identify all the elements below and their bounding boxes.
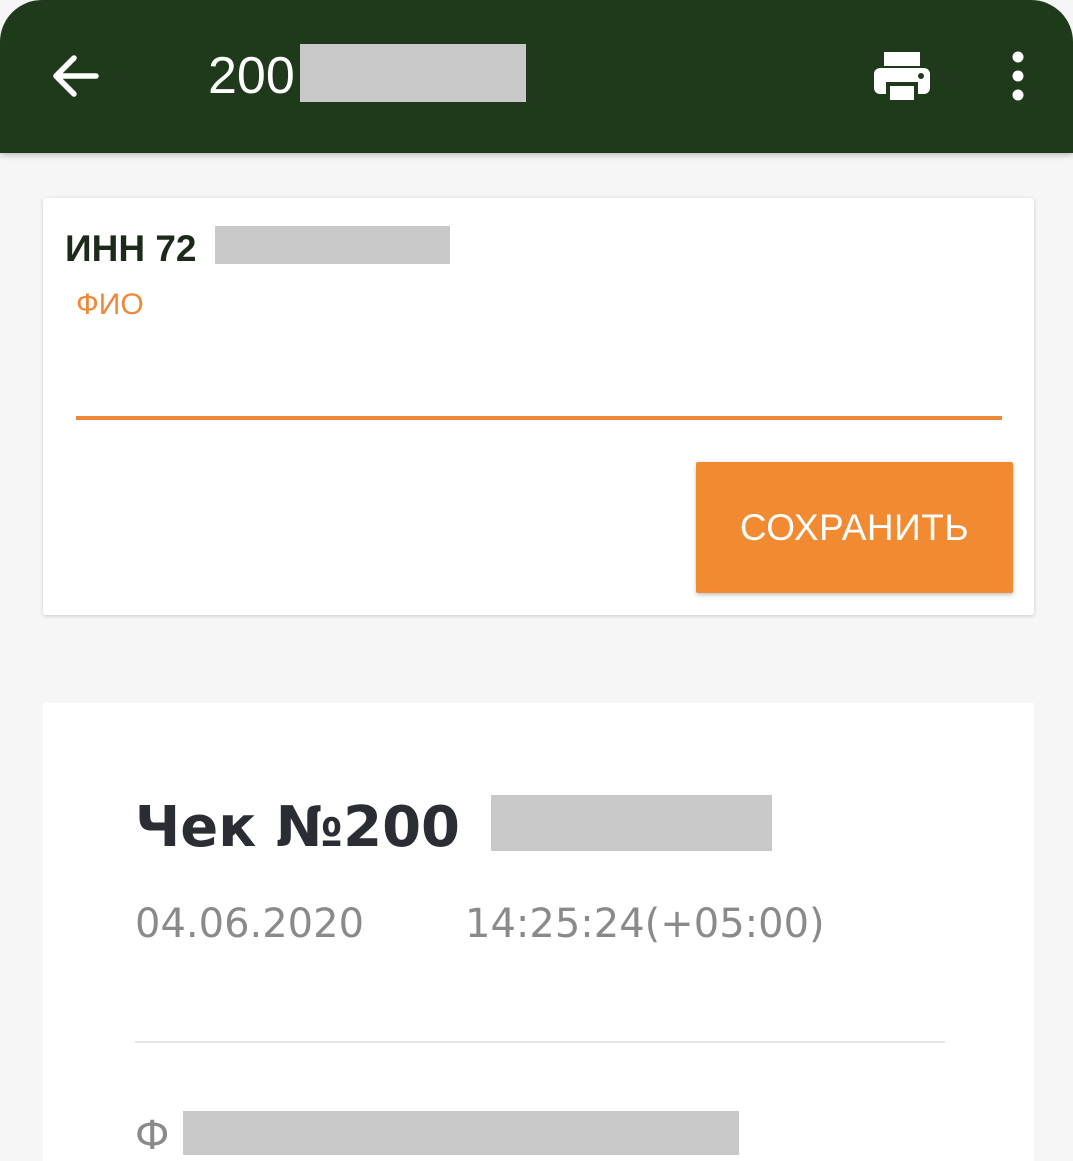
receipt-date: 04.06.2020 bbox=[135, 901, 365, 947]
redacted-block bbox=[300, 44, 526, 102]
printer-icon bbox=[874, 52, 930, 102]
inn-text: ИНН 72 bbox=[65, 228, 197, 269]
more-button[interactable] bbox=[1000, 50, 1036, 102]
receipt-card: Чек №200 04.06.2020 14:25:24(+05:00) Ф bbox=[43, 703, 1034, 1161]
fio-input[interactable] bbox=[76, 338, 1002, 420]
inn-label: ИНН 72 bbox=[65, 226, 450, 270]
page-title: 200 bbox=[208, 44, 526, 108]
redacted-block bbox=[215, 226, 450, 264]
receipt-field-text: Ф bbox=[135, 1113, 170, 1159]
page-title-text: 200 bbox=[208, 47, 295, 105]
screen: 200 ИНН 72 ФИО СОХРАНИТЬ Чек №200 04.06.… bbox=[0, 0, 1073, 1161]
redacted-block bbox=[491, 795, 772, 851]
receipt-title: Чек №200 bbox=[135, 795, 772, 860]
redacted-block bbox=[183, 1111, 739, 1155]
receipt-field: Ф bbox=[135, 1111, 739, 1159]
more-vert-icon bbox=[1012, 51, 1024, 101]
buyer-form-card: ИНН 72 ФИО СОХРАНИТЬ bbox=[43, 198, 1034, 615]
divider bbox=[135, 1041, 945, 1043]
fio-field-label: ФИО bbox=[76, 288, 144, 321]
app-bar: 200 bbox=[0, 0, 1073, 153]
print-button[interactable] bbox=[872, 48, 932, 104]
receipt-time: 14:25:24(+05:00) bbox=[465, 901, 825, 947]
back-button[interactable] bbox=[48, 48, 104, 104]
save-button[interactable]: СОХРАНИТЬ bbox=[696, 462, 1013, 593]
arrow-left-icon bbox=[53, 55, 99, 97]
receipt-title-text: Чек №200 bbox=[135, 795, 461, 860]
